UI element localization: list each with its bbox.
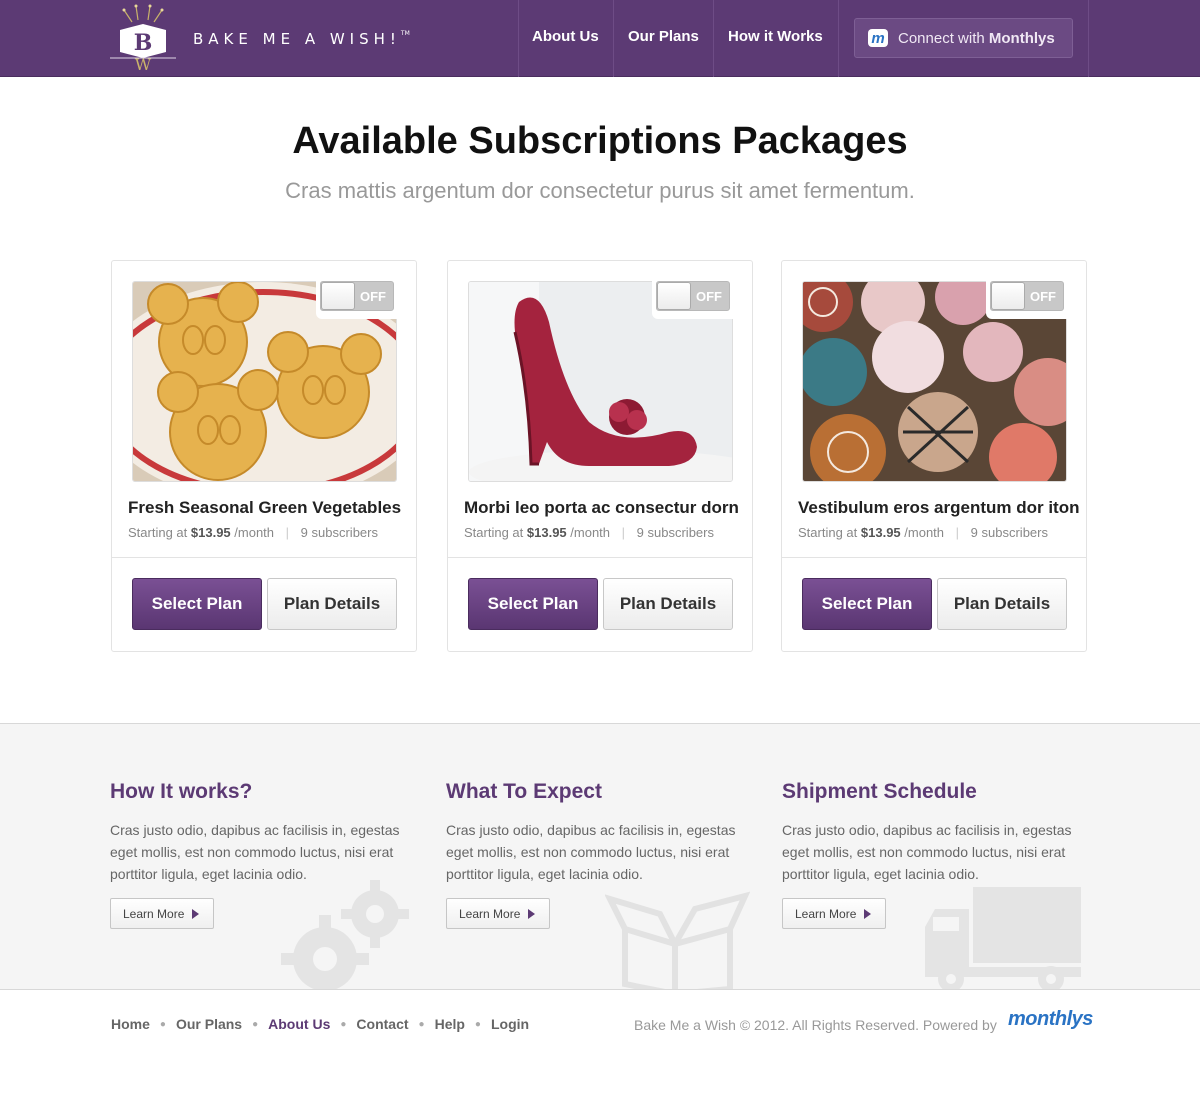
connect-prefix: Connect with bbox=[898, 29, 985, 47]
toggle-container: OFF bbox=[986, 277, 1068, 319]
toggle-container: OFF bbox=[316, 277, 398, 319]
learn-more-label: Learn More bbox=[795, 906, 857, 921]
nav-our-plans[interactable]: Our Plans bbox=[628, 28, 699, 45]
subscription-toggle[interactable]: OFF bbox=[656, 281, 730, 311]
learn-more-button[interactable]: Learn More bbox=[446, 898, 550, 929]
arrow-right-icon bbox=[528, 908, 536, 919]
nav-divider bbox=[713, 0, 714, 77]
footer-nav: Home ● Our Plans ● About Us ● Contact ● … bbox=[111, 1016, 530, 1032]
plan-price: $13.95 bbox=[526, 525, 567, 540]
price-period: /month bbox=[904, 525, 945, 540]
select-plan-button[interactable]: Select Plan bbox=[132, 578, 262, 630]
connect-with-monthlys-button[interactable]: m Connect with Monthlys bbox=[854, 18, 1073, 58]
footer-link-our-plans[interactable]: Our Plans bbox=[176, 1016, 242, 1032]
brand-name[interactable]: BAKE ME A WISH!TM bbox=[193, 30, 410, 48]
toggle-container: OFF bbox=[652, 277, 734, 319]
toggle-knob bbox=[657, 282, 691, 310]
plan-details-button[interactable]: Plan Details bbox=[937, 578, 1067, 630]
info-how-it-works: How It works? Cras justo odio, dapibus a… bbox=[110, 724, 420, 989]
price-prefix: Starting at bbox=[464, 525, 524, 540]
card-divider bbox=[782, 557, 1086, 558]
plan-name[interactable]: Fresh Seasonal Green Vegetables bbox=[128, 498, 401, 518]
learn-more-label: Learn More bbox=[459, 906, 521, 921]
plan-price: $13.95 bbox=[860, 525, 901, 540]
nav-divider bbox=[518, 0, 519, 77]
site-header: B W BAKE ME A WISH!TM About Us Our Plans… bbox=[0, 0, 1200, 77]
learn-more-label: Learn More bbox=[123, 906, 185, 921]
plan-name[interactable]: Vestibulum eros argentum dor iton bbox=[798, 498, 1079, 518]
info-text: Cras justo odio, dapibus ac facilisis in… bbox=[110, 822, 400, 882]
nav-divider bbox=[1088, 0, 1089, 77]
footer-link-login[interactable]: Login bbox=[491, 1016, 529, 1032]
subscriber-count: 9 subscribers bbox=[300, 525, 378, 540]
nav-about-us[interactable]: About Us bbox=[532, 28, 599, 45]
plan-card: OFF Vestibulum eros argentum dor iton St… bbox=[781, 260, 1087, 652]
plan-meta: Starting at $13.95 /month | 9 subscriber… bbox=[464, 525, 714, 540]
select-plan-button[interactable]: Select Plan bbox=[468, 578, 598, 630]
monthlys-icon: m bbox=[868, 29, 888, 47]
info-what-to-expect: What To Expect Cras justo odio, dapibus … bbox=[446, 724, 756, 989]
footer-link-home[interactable]: Home bbox=[111, 1016, 150, 1032]
monthlys-logo[interactable]: monthlys bbox=[1008, 1008, 1093, 1031]
plan-meta: Starting at $13.95 /month | 9 subscriber… bbox=[128, 525, 378, 540]
bake-me-a-wish-logo-icon[interactable]: B W bbox=[110, 4, 176, 72]
info-title: How It works? bbox=[110, 780, 253, 803]
plan-name[interactable]: Morbi leo porta ac consectur dorn bbox=[464, 498, 739, 518]
footer-link-about-us[interactable]: About Us bbox=[268, 1016, 330, 1032]
plan-meta: Starting at $13.95 /month | 9 subscriber… bbox=[798, 525, 1048, 540]
price-period: /month bbox=[234, 525, 275, 540]
plan-card: OFF Fresh Seasonal Green Vegetables Star… bbox=[111, 260, 417, 652]
subscription-toggle[interactable]: OFF bbox=[990, 281, 1064, 311]
subscriber-count: 9 subscribers bbox=[636, 525, 714, 540]
select-plan-button[interactable]: Select Plan bbox=[802, 578, 932, 630]
copyright-text: Bake Me a Wish © 2012. All Rights Reserv… bbox=[634, 1017, 997, 1033]
price-period: /month bbox=[570, 525, 611, 540]
arrow-right-icon bbox=[192, 908, 200, 919]
toggle-state: OFF bbox=[360, 289, 386, 304]
nav-how-it-works[interactable]: How it Works bbox=[728, 28, 823, 45]
info-shipment-schedule: Shipment Schedule Cras justo odio, dapib… bbox=[782, 724, 1092, 989]
footer-link-help[interactable]: Help bbox=[435, 1016, 465, 1032]
page-subtitle: Cras mattis argentum dor consectetur pur… bbox=[285, 178, 915, 203]
plan-details-button[interactable]: Plan Details bbox=[603, 578, 733, 630]
toggle-state: OFF bbox=[696, 289, 722, 304]
info-text: Cras justo odio, dapibus ac facilisis in… bbox=[446, 822, 736, 882]
toggle-knob bbox=[321, 282, 355, 310]
plan-price: $13.95 bbox=[190, 525, 231, 540]
subscriber-count: 9 subscribers bbox=[970, 525, 1048, 540]
toggle-knob bbox=[991, 282, 1025, 310]
learn-more-button[interactable]: Learn More bbox=[110, 898, 214, 929]
arrow-right-icon bbox=[864, 908, 872, 919]
info-text: Cras justo odio, dapibus ac facilisis in… bbox=[782, 822, 1072, 882]
plan-card: OFF Morbi leo porta ac consectur dorn St… bbox=[447, 260, 753, 652]
plan-details-button[interactable]: Plan Details bbox=[267, 578, 397, 630]
subscription-toggle[interactable]: OFF bbox=[320, 281, 394, 311]
nav-divider bbox=[613, 0, 614, 77]
toggle-state: OFF bbox=[1030, 289, 1056, 304]
footer-link-contact[interactable]: Contact bbox=[356, 1016, 408, 1032]
info-section: How It works? Cras justo odio, dapibus a… bbox=[0, 723, 1200, 990]
connect-name: Monthlys bbox=[988, 29, 1055, 47]
page-title: Available Subscriptions Packages bbox=[292, 120, 908, 162]
card-divider bbox=[448, 557, 752, 558]
info-title: What To Expect bbox=[446, 780, 602, 803]
price-prefix: Starting at bbox=[128, 525, 188, 540]
price-prefix: Starting at bbox=[798, 525, 858, 540]
nav-divider bbox=[838, 0, 839, 77]
info-title: Shipment Schedule bbox=[782, 780, 977, 803]
learn-more-button[interactable]: Learn More bbox=[782, 898, 886, 929]
card-divider bbox=[112, 557, 416, 558]
svg-text:B: B bbox=[134, 30, 153, 56]
